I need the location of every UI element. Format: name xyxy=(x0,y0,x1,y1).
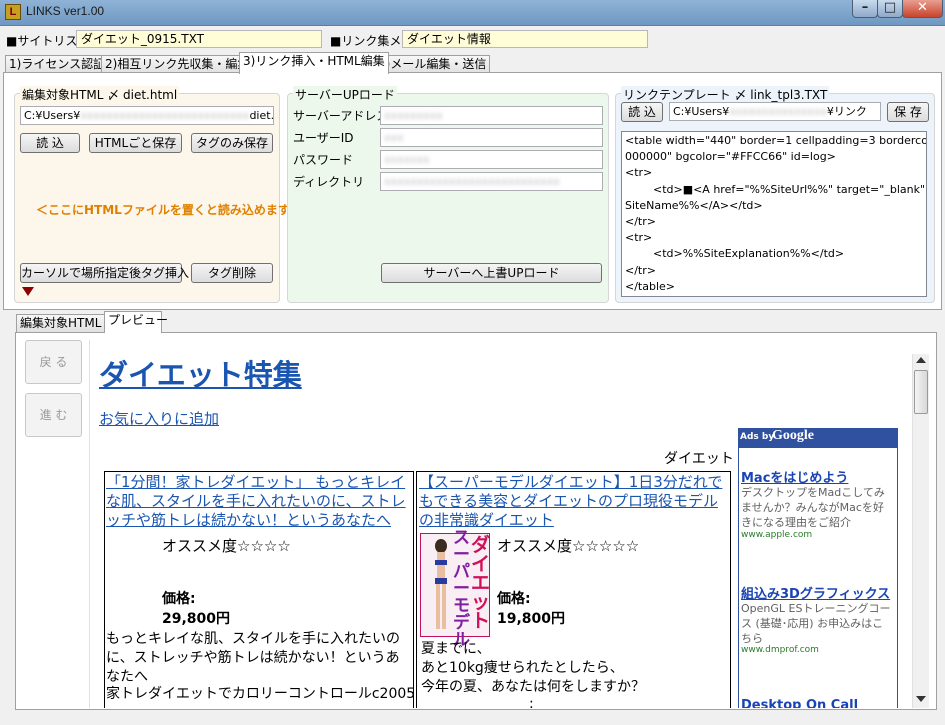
ad-title-link[interactable]: Desktop On Call xyxy=(741,698,858,708)
html-path-field[interactable]: C:¥Users¥xxxxxxxxxxxxxxxxxxxxxxxxxxdiet.… xyxy=(20,106,274,125)
html-path-hidden: xxxxxxxxxxxxxxxxxxxxxxxxxx xyxy=(80,109,250,122)
template-line: </tr> xyxy=(625,215,656,229)
item-description-line: 夏までに、 xyxy=(421,641,491,657)
tab-edit-html[interactable]: 編集対象HTML xyxy=(16,314,106,332)
server-address-field[interactable]: xxxxxxxxx xyxy=(380,106,603,125)
template-line: </table> xyxy=(625,279,675,293)
category-label: ダイエット xyxy=(664,451,734,467)
template-line: </tr> xyxy=(625,263,656,277)
item-description: もっとキレイな肌、スタイルを手に入れたいのに、ストレッチや筋トレは続かない！とい… xyxy=(106,631,400,685)
title-bar xyxy=(0,0,945,26)
expand-arrow-icon[interactable] xyxy=(22,287,34,296)
tab-link-collect[interactable]: 2)相互リンク先収集・編集 xyxy=(101,55,254,73)
item-description: 夏までに、 あと10kg痩せられたとしたら、 今年の夏、あなたは何をしますか？ xyxy=(421,640,645,697)
item-rating: オススメ度☆☆☆☆ xyxy=(162,537,291,555)
item-price: 19,800円 xyxy=(497,611,566,627)
html-save-tags-button[interactable]: タグのみ保存 xyxy=(191,133,273,153)
template-line: <td>■<A href="%%SiteUrl%%" target="_blan… xyxy=(625,182,927,196)
ad-url[interactable]: www.dmprof.com xyxy=(741,645,819,655)
ad-title-link[interactable]: 組込み3Dグラフィックス xyxy=(741,583,890,602)
memo-label: ■リンク集メモ xyxy=(330,34,414,48)
template-path-suffix: ¥リンク xyxy=(826,105,867,118)
upload-button[interactable]: サーバーへ上書UPロード xyxy=(381,263,602,283)
template-load-button[interactable]: 読 込 xyxy=(621,102,663,122)
item-image-caption-1: スーパーモデル xyxy=(453,528,470,650)
minimize-button[interactable]: – xyxy=(852,0,878,18)
html-group-title: 編集対象HTML 〆 diet.html xyxy=(20,86,180,103)
item-description-line: 今年の夏、あなたは何をしますか？ xyxy=(421,679,645,695)
upload-group-title: サーバーUPロード xyxy=(293,86,397,103)
template-line: SiteName%%</A></td> xyxy=(625,198,763,212)
user-id-label: ユーザーID xyxy=(293,131,354,145)
password-field[interactable]: xxxxxxx xyxy=(380,150,603,169)
memo-field[interactable]: ダイエット情報 xyxy=(402,30,648,48)
template-line: <td>%%SiteExplanation%%</td> xyxy=(625,247,845,261)
close-button[interactable]: ✕ xyxy=(902,0,943,18)
app-icon: L xyxy=(5,4,21,20)
template-line: <tr> xyxy=(625,231,653,245)
item-description-ellipsis: : xyxy=(529,696,534,708)
template-group-title: リンクテンプレート 〆 link_tpl3.TXT xyxy=(621,86,830,103)
window-title: LINKS ver1.00 xyxy=(26,4,105,18)
user-id-field[interactable]: xxx xyxy=(380,128,603,147)
favorite-link[interactable]: お気に入りに追加 xyxy=(99,408,219,429)
password-label: パスワード xyxy=(293,153,354,167)
ad-title-link[interactable]: Macをはじめよう xyxy=(741,467,848,486)
item-price-label: 価格: xyxy=(162,591,196,607)
preview-scrollbar[interactable] xyxy=(912,354,929,708)
tab-preview[interactable]: プレビュー xyxy=(104,311,168,333)
ads-by-label: Ads by xyxy=(740,432,775,442)
template-path-prefix: C:¥Users¥ xyxy=(673,105,730,118)
drop-hint: ＜ここにHTMLファイルを置くと読み込めます＞ xyxy=(36,203,302,217)
scroll-thumb[interactable] xyxy=(914,370,928,414)
insert-tag-button[interactable]: カーソルで場所指定後タグ挿入 xyxy=(20,263,189,283)
item-price-label: 価格: xyxy=(497,591,531,607)
tab-mail[interactable]: 4)メール編集・送信 xyxy=(374,55,491,73)
item-title-link[interactable]: 「1分間！家トレダイエット」 もっとキレイな肌、スタイルを手に入れたいのに、スト… xyxy=(106,473,412,530)
item-description-line: あと10kg痩せられたとしたら、 xyxy=(421,660,624,676)
google-logo[interactable]: Google xyxy=(772,428,814,444)
item-image-caption-2: ダイエット xyxy=(471,534,491,632)
html-path-suffix: diet.html xyxy=(249,109,274,122)
ad-header: Ads by Google xyxy=(738,428,898,448)
back-button[interactable]: 戻 る xyxy=(25,340,82,384)
template-line: <tr> xyxy=(625,166,653,180)
forward-button[interactable]: 進 む xyxy=(25,393,82,437)
html-save-all-button[interactable]: HTMLごと保存 xyxy=(89,133,182,153)
template-path-field[interactable]: C:¥Users¥xxxxxxxxxxxxxxx¥リンク xyxy=(669,102,881,121)
delete-tag-button[interactable]: タグ削除 xyxy=(191,263,273,283)
site-list-field[interactable]: ダイエット_0915.TXT xyxy=(76,30,322,48)
template-line: <table width="440" border=1 cellpadding=… xyxy=(625,134,926,147)
item-description-2: 家トレダイエットでカロリーコントロールc2005 xyxy=(106,686,416,702)
maximize-button[interactable]: □ xyxy=(877,0,903,18)
html-path-prefix: C:¥Users¥ xyxy=(24,109,81,122)
item-rating: オススメ度☆☆☆☆☆ xyxy=(497,537,640,555)
page-heading[interactable]: ダイエット特集 xyxy=(99,352,302,394)
template-line: 000000" bgcolor="#FFCC66" id=log> xyxy=(625,150,836,164)
server-address-label: サーバーアドレス xyxy=(293,109,389,123)
directory-field[interactable]: xxxxxxxxxxxxxxxxxxxxxxxxxxx xyxy=(380,172,603,191)
ad-body: OpenGL ESトレーニングコース (基礎･応用) お申込みはこちら xyxy=(741,602,891,645)
ad-url[interactable]: www.apple.com xyxy=(741,530,812,540)
template-save-button[interactable]: 保 存 xyxy=(887,102,929,122)
tab-link-insert[interactable]: 3)リンク挿入・HTML編集 xyxy=(239,52,389,74)
ad-body: デスクトップをMadこしてみませんか？みんながMacを好きになる理由をご紹介 xyxy=(741,486,885,529)
tab-license[interactable]: 1)ライセンス認証 xyxy=(5,55,110,73)
template-editor[interactable]: <table width="440" border=1 cellpadding=… xyxy=(621,131,927,297)
html-load-button[interactable]: 読 込 xyxy=(20,133,80,153)
item-title-link[interactable]: 【スーパーモデルダイエット】1日3分だれでもできる美容とダイエットのプロ現役モデ… xyxy=(419,473,725,530)
directory-label: ディレクトリ xyxy=(293,175,365,189)
scroll-up-icon[interactable] xyxy=(916,357,926,363)
item-price: 29,800円 xyxy=(162,611,231,627)
preview-viewport: ダイエット特集 お気に入りに追加 ダイエット 「1分間！家トレダイエット」 もっ… xyxy=(89,340,911,708)
scroll-down-icon[interactable] xyxy=(916,696,926,702)
